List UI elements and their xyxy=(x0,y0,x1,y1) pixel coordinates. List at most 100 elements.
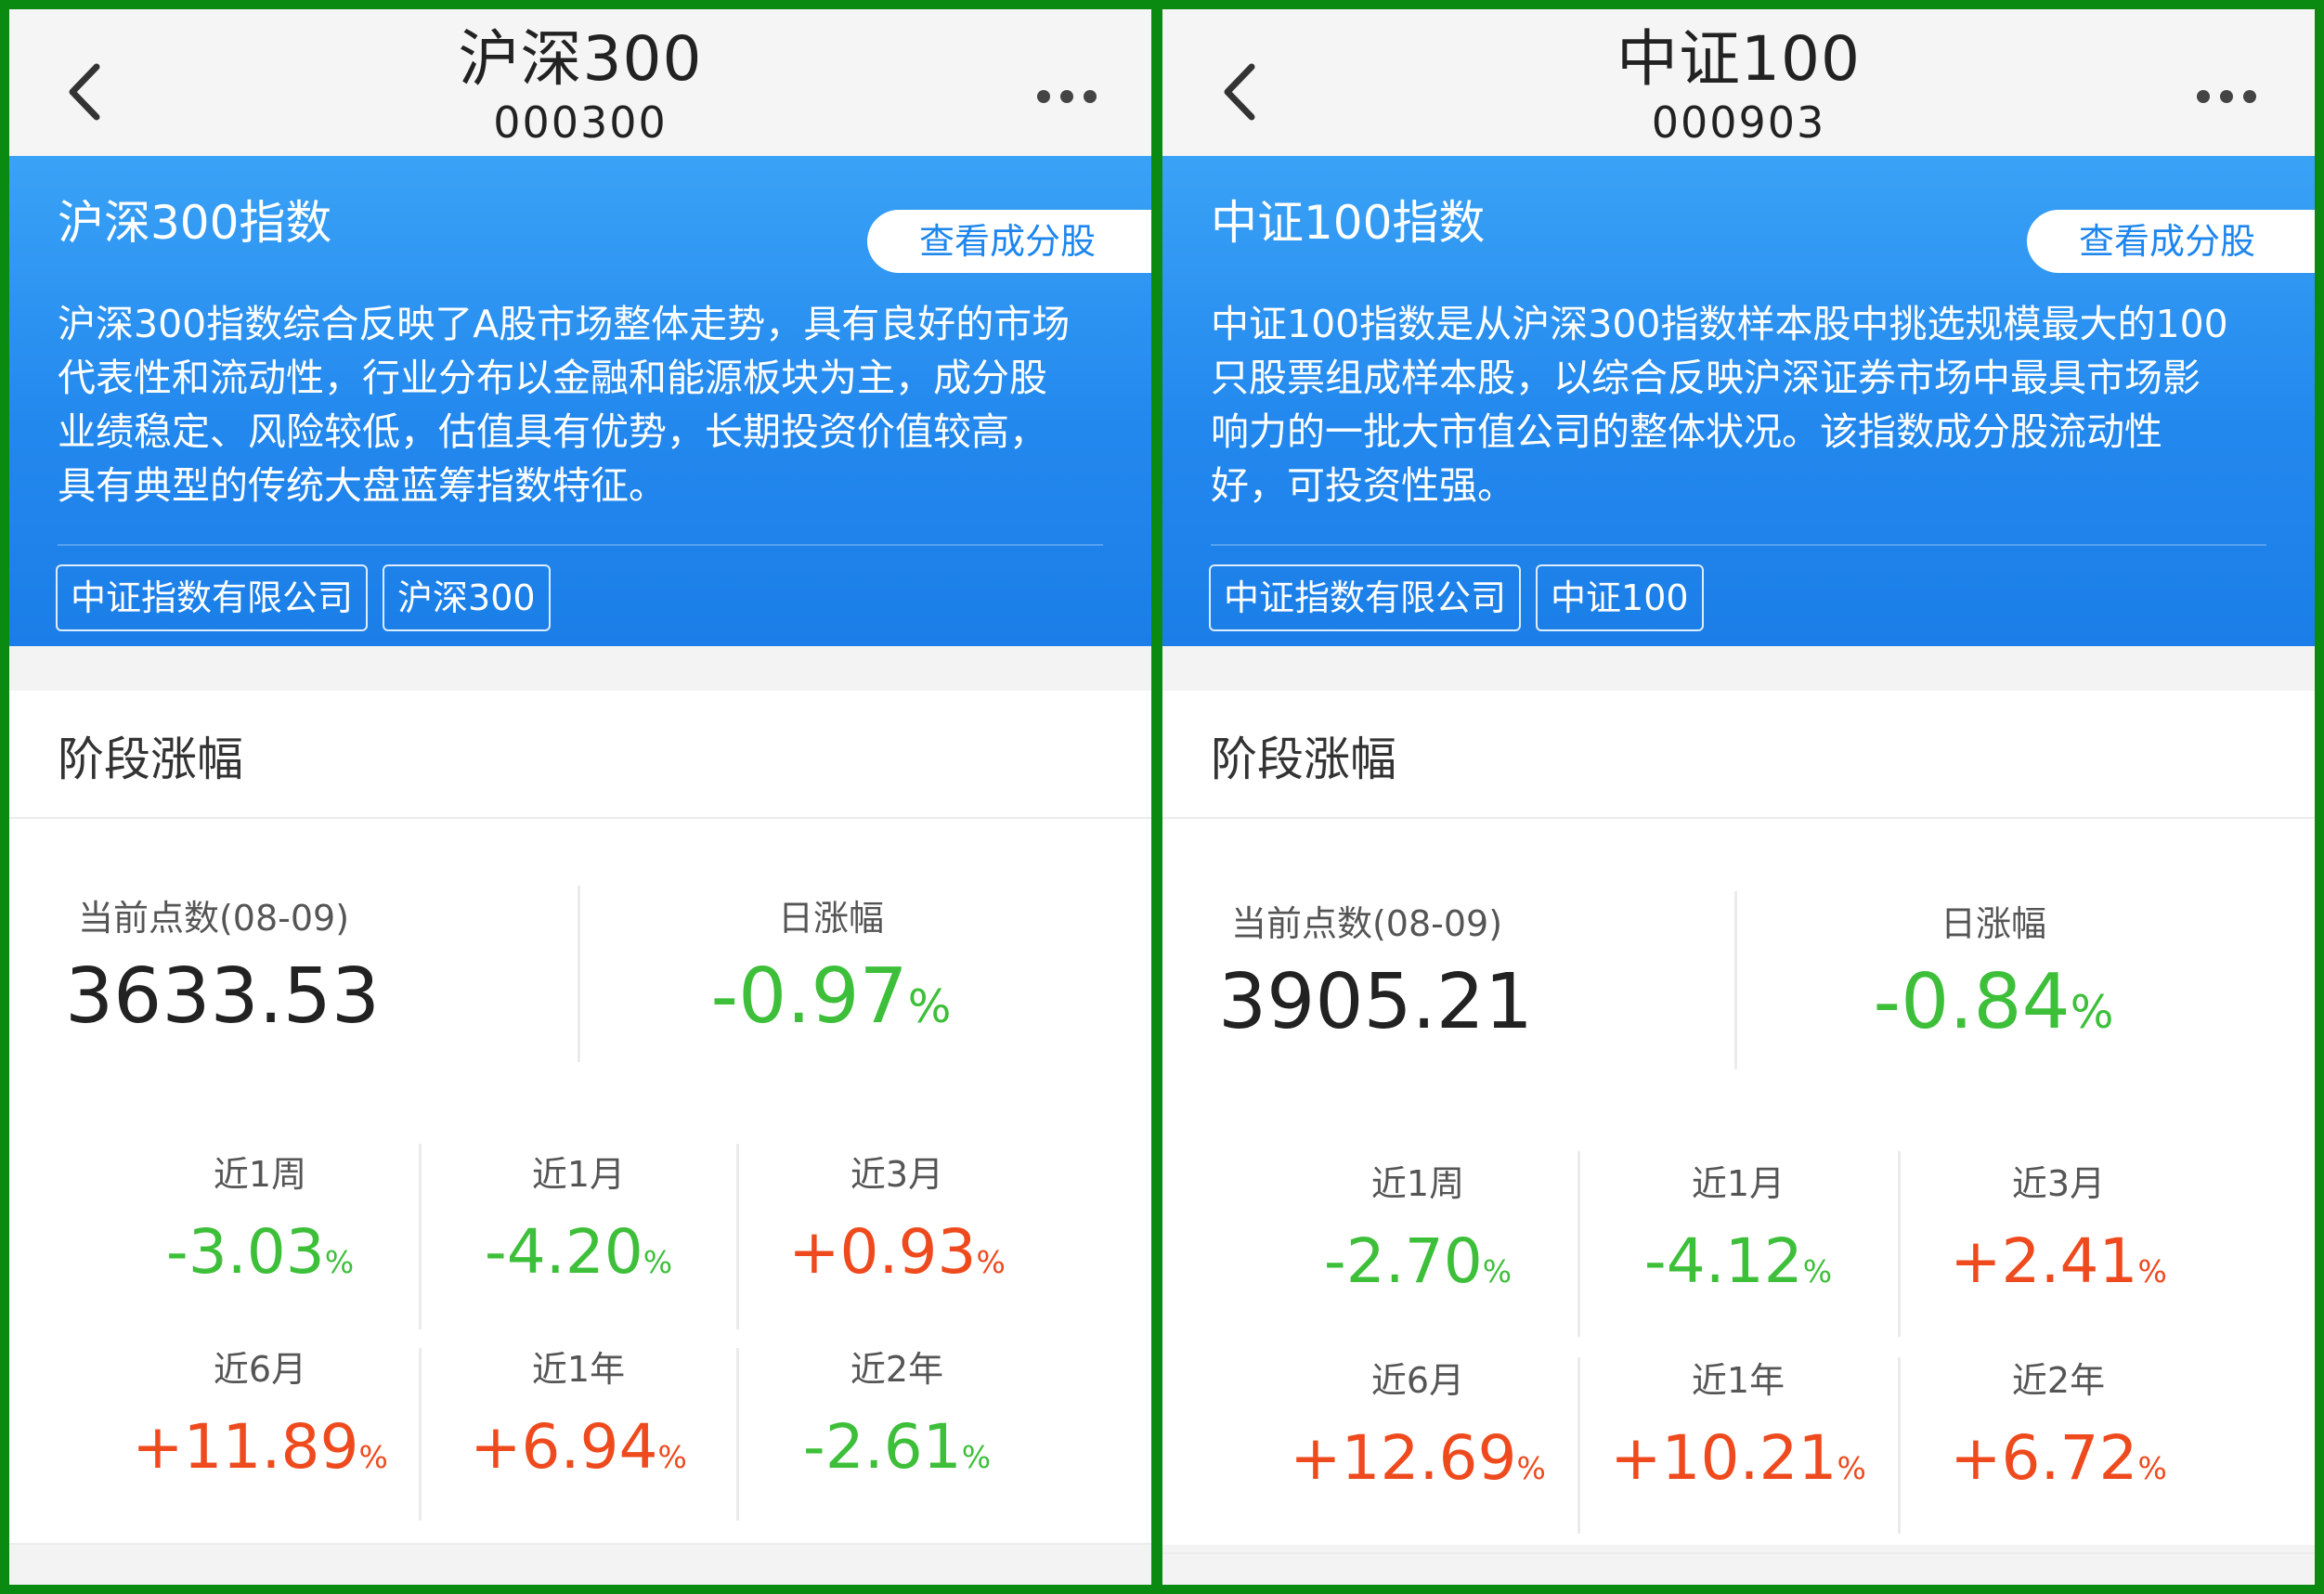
description-line: 具有典型的传统大盘蓝筹指数特征。 xyxy=(58,463,667,508)
section-divider xyxy=(1162,817,2315,819)
percent-sign: % xyxy=(358,1439,388,1475)
card-divider xyxy=(1211,544,2266,546)
period-value: +12.69% xyxy=(1260,1422,1576,1494)
period-label: 近6月 xyxy=(213,1349,307,1390)
percent-sign: % xyxy=(1516,1450,1546,1486)
description-line: 代表性和流动性，行业分布以金融和能源板块为主，成分股 xyxy=(58,356,1047,400)
more-dots-icon[interactable] xyxy=(1034,87,1099,106)
period-label: 近6月 xyxy=(1370,1360,1465,1401)
period-number: +0.93 xyxy=(788,1216,977,1288)
header-titles: 中证100 000903 xyxy=(1162,22,2315,149)
period-value: +6.72% xyxy=(1901,1422,2216,1494)
current-points-label: 当前点数(08-09) xyxy=(1230,903,1503,944)
period-label: 近1月 xyxy=(1691,1163,1785,1204)
percent-sign: % xyxy=(961,1439,992,1475)
view-components-button[interactable]: 查看成分股 xyxy=(867,210,1151,273)
column-divider xyxy=(1734,891,1737,1069)
index-code: 000300 xyxy=(493,97,668,148)
day-change-number: -0.97 xyxy=(710,953,908,1041)
tag-index[interactable]: 中证100 xyxy=(1536,564,1704,631)
header-titles: 沪深300 000300 xyxy=(9,22,1151,149)
period-value: +6.94% xyxy=(421,1411,736,1483)
index-info-card: 中证100指数 查看成分股 中证100指数是从沪深300指数样本股中挑选规模最大… xyxy=(1162,156,2315,646)
day-change-value: -0.97% xyxy=(613,953,1049,1041)
index-code: 000903 xyxy=(1651,97,1826,148)
column-divider xyxy=(578,886,580,1062)
period-label: 近2年 xyxy=(850,1349,944,1390)
period-number: +10.21 xyxy=(1610,1422,1837,1494)
period-value: -4.20% xyxy=(421,1216,736,1288)
percent-sign: % xyxy=(657,1439,687,1475)
period-number: -2.70 xyxy=(1323,1225,1483,1297)
description-line: 响力的一批大市值公司的整体状况。该指数成分股流动性 xyxy=(1211,409,2162,454)
current-points-value: 3633.53 xyxy=(65,953,381,1041)
period-label: 近3月 xyxy=(2011,1163,2106,1204)
period-value: +0.93% xyxy=(739,1216,1055,1288)
period-number: +6.94 xyxy=(470,1411,658,1483)
day-change-number: -0.84 xyxy=(1873,958,2071,1046)
index-name: 沪深300指数 xyxy=(58,196,332,250)
stage-returns-section: 阶段涨幅 当前点数(08-09) 3633.53 日涨幅 -0.97% 近1周 … xyxy=(9,691,1151,1545)
page-title: 中证100 xyxy=(1616,23,1861,95)
card-divider xyxy=(58,544,1103,546)
index-description: 沪深300指数综合反映了A股市场整体走势，具有良好的市场 代表性和流动性，行业分… xyxy=(58,297,1125,512)
stage-returns-section: 阶段涨幅 当前点数(08-09) 3905.21 日涨幅 -0.84% 近1周 … xyxy=(1162,691,2315,1554)
description-line: 好，可投资性强。 xyxy=(1211,463,1515,508)
index-description: 中证100指数是从沪深300指数样本股中挑选规模最大的100 只股票组成样本股，… xyxy=(1211,297,2297,512)
period-value: +10.21% xyxy=(1580,1422,1896,1494)
period-label: 近1周 xyxy=(1370,1163,1465,1204)
period-label: 近3月 xyxy=(850,1154,944,1195)
period-number: -4.12 xyxy=(1643,1225,1803,1297)
current-points-value: 3905.21 xyxy=(1218,958,1534,1046)
more-dots-icon[interactable] xyxy=(2194,87,2259,106)
period-number: +11.89 xyxy=(132,1411,359,1483)
comparison-frame: 沪深300 000300 沪深300指数 查看成分股 沪深300指数综合反映了A… xyxy=(0,0,2324,1594)
tag-list: 中证指数有限公司 沪深300 xyxy=(56,564,551,631)
right-panel: 中证100 000903 中证100指数 查看成分股 中证100指数是从沪深30… xyxy=(1162,9,2315,1585)
percent-sign: % xyxy=(1802,1253,1833,1289)
section-bottom-divider xyxy=(9,1543,1151,1545)
period-label: 近1年 xyxy=(531,1349,626,1390)
description-line: 只股票组成样本股，以综合反映沪深证券市场中最具市场影 xyxy=(1211,356,2201,400)
period-value: -2.70% xyxy=(1260,1225,1576,1297)
section-title: 阶段涨幅 xyxy=(1211,732,1396,786)
section-bottom-divider xyxy=(1162,1552,2315,1554)
description-line: 沪深300指数综合反映了A股市场整体走势，具有良好的市场 xyxy=(58,302,1071,346)
period-value: -3.03% xyxy=(102,1216,418,1288)
day-change-value: -0.84% xyxy=(1771,958,2216,1046)
tag-publisher[interactable]: 中证指数有限公司 xyxy=(1209,564,1522,631)
top-bar: 沪深300 000300 xyxy=(9,9,1151,156)
period-number: -4.20 xyxy=(484,1216,643,1288)
left-panel: 沪深300 000300 沪深300指数 查看成分股 沪深300指数综合反映了A… xyxy=(9,9,1151,1585)
percent-sign: % xyxy=(2070,985,2114,1039)
period-value: +11.89% xyxy=(102,1411,418,1483)
day-change-label: 日涨幅 xyxy=(1940,903,2046,944)
view-components-button[interactable]: 查看成分股 xyxy=(2027,210,2315,273)
percent-sign: % xyxy=(2137,1253,2167,1289)
percent-sign: % xyxy=(324,1244,355,1280)
current-points-label: 当前点数(08-09) xyxy=(77,898,350,939)
tag-index[interactable]: 沪深300 xyxy=(383,564,551,631)
period-label: 近2年 xyxy=(2011,1360,2106,1401)
tag-list: 中证指数有限公司 中证100 xyxy=(1209,564,1704,631)
period-label: 近1月 xyxy=(531,1154,626,1195)
percent-sign: % xyxy=(1837,1450,1866,1486)
section-divider xyxy=(9,817,1151,819)
percent-sign: % xyxy=(976,1244,1006,1280)
description-line: 业绩稳定、风险较低，估值具有优势，长期投资价值较高， xyxy=(58,409,1047,454)
day-change-label: 日涨幅 xyxy=(777,898,884,939)
period-value: +2.41% xyxy=(1901,1225,2216,1297)
period-label: 近1周 xyxy=(213,1154,307,1195)
page-title: 沪深300 xyxy=(458,23,703,95)
period-number: -2.61 xyxy=(802,1411,962,1483)
period-number: +12.69 xyxy=(1290,1422,1517,1494)
percent-sign: % xyxy=(2137,1450,2167,1486)
description-line: 中证100指数是从沪深300指数样本股中挑选规模最大的100 xyxy=(1211,302,2228,346)
index-name: 中证100指数 xyxy=(1211,196,1486,250)
percent-sign: % xyxy=(643,1244,673,1280)
period-number: +6.72 xyxy=(1950,1422,2138,1494)
section-title: 阶段涨幅 xyxy=(58,732,243,786)
tag-publisher[interactable]: 中证指数有限公司 xyxy=(56,564,369,631)
period-label: 近1年 xyxy=(1691,1360,1785,1401)
percent-sign: % xyxy=(907,979,952,1033)
